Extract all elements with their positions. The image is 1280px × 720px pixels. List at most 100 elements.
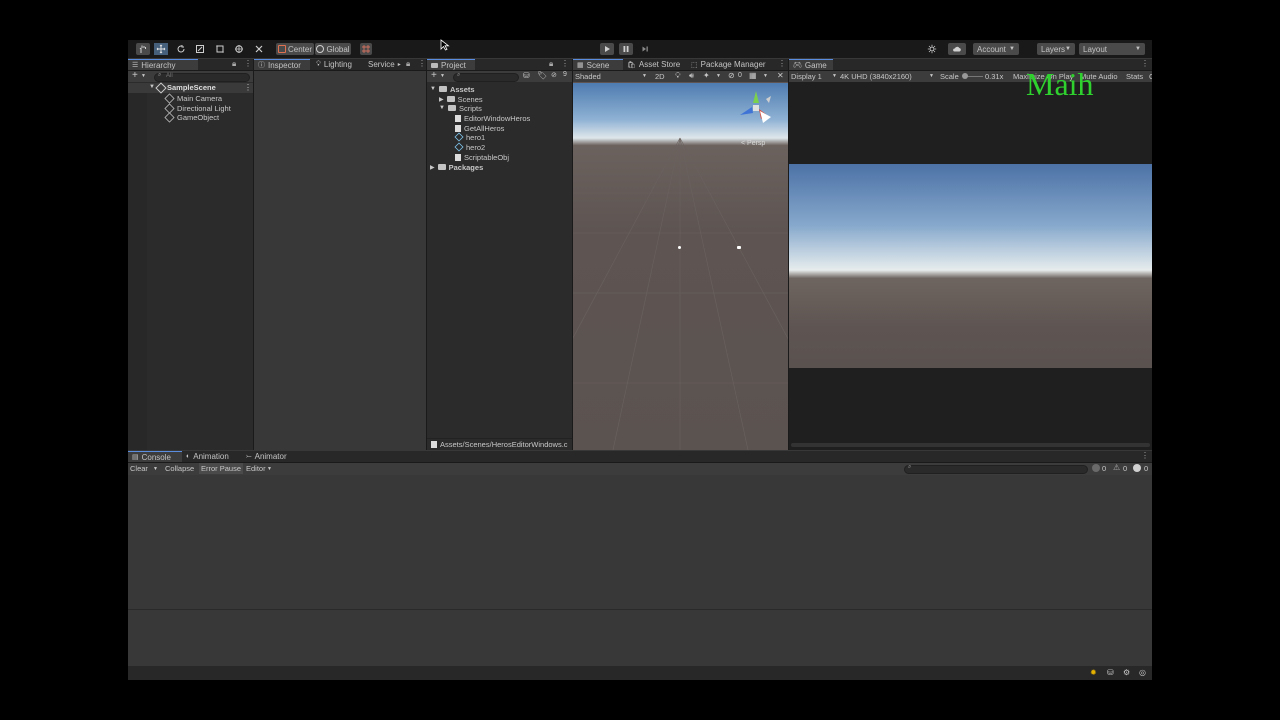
tab-asset-store[interactable]: 🛍︎ Asset Store	[623, 59, 684, 70]
rotate-tool-button[interactable]	[174, 43, 188, 55]
project-file[interactable]: hero1	[454, 132, 485, 142]
error-pause-toggle[interactable]: Error Pause	[199, 463, 244, 474]
orientation-gizmo[interactable]	[733, 85, 779, 131]
panel-divider[interactable]	[572, 59, 573, 450]
tab-lighting[interactable]: 💡︎ Lighting	[312, 59, 356, 70]
custom-tool-button[interactable]	[252, 43, 266, 55]
error-icon[interactable]	[1133, 464, 1141, 472]
lock-icon[interactable]: 🔒︎	[549, 59, 553, 69]
project-file[interactable]: hero2	[454, 142, 485, 152]
tab-console[interactable]: ▤ Console	[128, 451, 182, 462]
tab-services[interactable]: Service ▸	[364, 59, 405, 70]
scene-viewport[interactable]: < Persp	[573, 83, 788, 450]
more-options-icon[interactable]: ⋮	[561, 59, 569, 68]
expand-arrow-icon[interactable]: ▼	[439, 105, 445, 111]
cache-server-icon[interactable]: ⛁	[1107, 668, 1114, 677]
tab-game[interactable]: 🎮︎ Game	[789, 59, 833, 70]
dropdown-arrow-icon[interactable]: ▼	[267, 466, 272, 472]
scene-row[interactable]: ▼ SampleScene ⋮	[128, 82, 253, 94]
clear-button[interactable]: Clear	[130, 464, 148, 473]
dropdown-arrow-icon[interactable]: ▼	[153, 466, 158, 472]
console-detail-area[interactable]	[128, 609, 1152, 667]
editor-dropdown[interactable]: Editor	[246, 464, 266, 473]
resolution-dropdown[interactable]: 4K UHD (3840x2160) ▼	[840, 72, 934, 81]
project-folder-scripts[interactable]: ▼ Scripts	[439, 103, 482, 113]
grid-snap-button[interactable]	[360, 43, 372, 55]
stats-toggle[interactable]: Stats	[1126, 72, 1143, 81]
cloud-button[interactable]	[948, 43, 966, 55]
services-button[interactable]	[925, 43, 939, 55]
account-dropdown[interactable]: Account ▼	[973, 43, 1019, 55]
more-options-icon[interactable]: ⋮	[1141, 59, 1149, 68]
more-options-icon[interactable]: ⋮	[1141, 451, 1149, 460]
game-viewport[interactable]	[789, 164, 1152, 368]
layers-dropdown[interactable]: Layers ▼	[1037, 43, 1075, 55]
gizmos-toggle[interactable]: G	[1149, 72, 1152, 81]
play-button[interactable]	[600, 43, 614, 55]
hierarchy-search-input[interactable]: ⌕ All	[154, 72, 250, 82]
perspective-label[interactable]: < Persp	[741, 140, 765, 147]
expand-arrow-icon[interactable]: ▼	[430, 86, 436, 92]
pause-button[interactable]	[619, 43, 633, 55]
tab-package-manager[interactable]: ⬚ Package Manager	[687, 59, 770, 70]
camera-gizmo-icon[interactable]	[737, 246, 741, 249]
display-dropdown[interactable]: Display 1 ▼	[791, 72, 837, 81]
tools-icon[interactable]: ✕	[777, 71, 784, 80]
hierarchy-item[interactable]: GameObject	[164, 111, 219, 123]
light-gizmo-icon[interactable]	[678, 246, 681, 249]
hand-tool-button[interactable]	[136, 43, 150, 55]
dropdown-arrow-icon[interactable]: ▼	[716, 73, 721, 79]
project-folder-assets[interactable]: ▼ Assets	[430, 84, 475, 94]
layout-dropdown[interactable]: Layout ▼	[1079, 43, 1145, 55]
transform-tool-button[interactable]	[232, 43, 246, 55]
tab-animator[interactable]: ⤚ Animator	[242, 451, 291, 462]
more-options-icon[interactable]: ⋮	[418, 59, 426, 68]
search-by-type-icon[interactable]: ⛁	[523, 71, 530, 80]
project-folder-packages[interactable]: ▶ Packages	[430, 162, 483, 172]
console-log-area[interactable]	[128, 475, 1152, 608]
warning-icon[interactable]: ⚠	[1113, 463, 1120, 472]
project-file[interactable]: ScriptableObj	[455, 152, 509, 162]
tab-project[interactable]: Project	[427, 59, 475, 70]
create-asset-button[interactable]: +	[431, 70, 437, 81]
dropdown-arrow-icon[interactable]: ▼	[440, 73, 445, 79]
dropdown-arrow-icon[interactable]: ▼	[763, 73, 768, 79]
scale-slider[interactable]	[962, 73, 983, 79]
progress-icon[interactable]: ⚙	[1123, 668, 1130, 677]
tab-inspector[interactable]: ⓘ Inspector	[254, 59, 310, 70]
panel-divider[interactable]	[253, 59, 254, 450]
scene-menu-icon[interactable]: ⋮	[244, 83, 252, 92]
project-file[interactable]: EditorWindowHeros	[455, 113, 530, 123]
hidden-packages-icon[interactable]: ⊘	[551, 71, 557, 79]
collapse-toggle[interactable]: Collapse	[165, 464, 194, 473]
move-tool-button[interactable]	[154, 43, 168, 55]
info-log-icon[interactable]	[1092, 464, 1100, 472]
step-button[interactable]	[638, 43, 652, 55]
pivot-global-button[interactable]: Global	[315, 43, 351, 55]
panel-divider[interactable]	[426, 59, 427, 450]
add-object-button[interactable]: +	[132, 70, 138, 81]
game-scrollbar[interactable]	[791, 443, 1150, 447]
console-search-input[interactable]: ⌕	[904, 464, 1088, 474]
audio-toggle-icon[interactable]: 🔊︎	[689, 71, 694, 81]
more-options-icon[interactable]: ⋮	[778, 59, 786, 68]
search-by-label-icon[interactable]: 🏷︎	[537, 71, 547, 80]
expand-arrow-icon[interactable]: ▶	[439, 96, 444, 103]
hierarchy-item[interactable]: Main Camera	[164, 92, 222, 104]
expand-arrow-icon[interactable]: ▼	[149, 84, 155, 90]
hidden-objects-icon[interactable]: ⊘	[728, 71, 735, 80]
lock-icon[interactable]: 🔒︎	[232, 59, 236, 69]
rect-tool-button[interactable]	[213, 43, 227, 55]
lock-icon[interactable]: 🔒︎	[406, 59, 410, 69]
effects-toggle-icon[interactable]: ✦	[703, 71, 710, 80]
dropdown-arrow-icon[interactable]: ▼	[141, 73, 146, 79]
debug-mode-icon[interactable]: ✹	[1090, 668, 1097, 677]
lighting-toggle-icon[interactable]: 💡︎	[675, 71, 681, 81]
scale-tool-button[interactable]	[193, 43, 207, 55]
grid-toggle-icon[interactable]: ▦	[749, 71, 757, 80]
toggle-2d-button[interactable]: 2D	[655, 72, 665, 81]
tab-hierarchy[interactable]: ☰ Hierarchy	[128, 59, 198, 70]
panel-divider[interactable]	[788, 59, 789, 450]
expand-arrow-icon[interactable]: ▶	[430, 164, 435, 171]
project-search-input[interactable]: ⌕	[453, 72, 519, 82]
